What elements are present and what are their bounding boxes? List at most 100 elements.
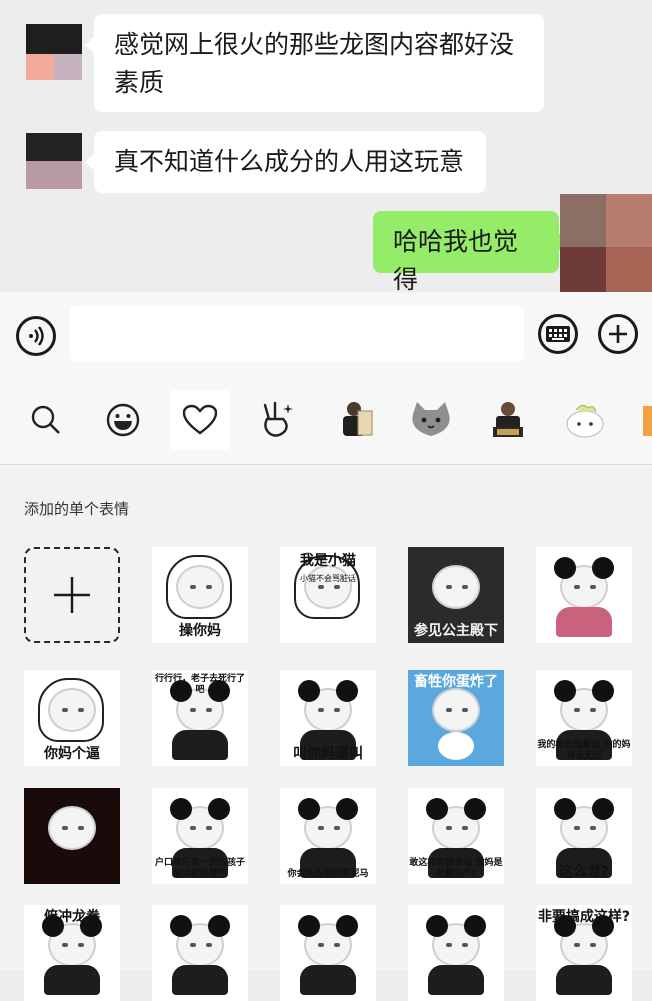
tab-sticker-pack-1[interactable] — [324, 390, 384, 450]
sticker-item[interactable]: 俯冲龙拳 — [24, 905, 120, 1001]
sticker-eye — [462, 708, 468, 712]
sticker-eye — [462, 826, 468, 830]
sticker-ear — [336, 798, 358, 820]
more-button[interactable] — [598, 314, 638, 354]
sticker-item[interactable]: 敢这样和我说话 你妈是批量生产? — [408, 788, 504, 884]
cute-sticker-icon — [566, 404, 604, 438]
sticker-face — [48, 806, 96, 850]
section-title: 添加的单个表情 — [24, 500, 130, 518]
sticker-body — [172, 730, 228, 760]
sticker-eye — [590, 826, 596, 830]
tab-cute-sticker-pack[interactable] — [555, 390, 615, 450]
sticker-ear — [336, 680, 358, 702]
message-bubble[interactable]: 感觉网上很火的那些龙图内容都好没素质 — [85, 14, 544, 112]
keyboard-button[interactable] — [538, 314, 578, 354]
sticker-item[interactable]: 户口本只有一页的孩子说话就是硬气 — [152, 788, 248, 884]
sticker-caption: 参见公主殿下 — [414, 623, 498, 639]
sticker-eye — [190, 826, 196, 830]
cat-sticker-icon — [412, 402, 450, 436]
sticker-item[interactable]: 非要搞成这样? — [536, 905, 632, 1001]
sticker-item[interactable]: 我是小猫 小猫不会骂脏话 — [280, 547, 376, 643]
sticker-caption: 这么龙? — [558, 864, 610, 880]
sticker-item[interactable]: 叫你妈逼叫 — [280, 670, 376, 766]
sticker-ear — [170, 798, 192, 820]
sticker-caption: 操你妈 — [179, 623, 221, 639]
sticker-outline — [38, 678, 104, 742]
sticker-ear — [208, 798, 230, 820]
tab-favorites[interactable] — [170, 390, 230, 450]
emoji-tab-bar — [0, 376, 652, 465]
smiley-icon — [106, 403, 140, 437]
sticker-caption: 行行行，老子去死行了吧 — [154, 674, 245, 695]
tab-overflow-sticker[interactable] — [643, 406, 652, 436]
sticker-eye — [446, 826, 452, 830]
message-text: 哈哈我也觉得 — [393, 227, 519, 294]
sent-message-bubble[interactable]: 哈哈我也觉得 — [373, 211, 568, 294]
sticker-item[interactable]: 你会失去我的草泥马 — [280, 788, 376, 884]
avatar[interactable] — [26, 133, 82, 189]
sticker-ear — [298, 680, 320, 702]
sticker-eye — [318, 708, 324, 712]
sticker-eye — [446, 585, 452, 589]
sticker-eye — [62, 943, 68, 947]
tab-gestures[interactable] — [247, 390, 307, 450]
sticker-eye — [334, 708, 340, 712]
message-bubble[interactable]: 真不知道什么成分的人用这玩意 — [85, 131, 486, 193]
input-bar — [0, 292, 652, 376]
sticker-eye — [78, 708, 84, 712]
sticker-eye — [206, 943, 212, 947]
message-input[interactable] — [70, 306, 524, 362]
sticker-eye — [334, 826, 340, 830]
sticker-item[interactable]: 我的枪去而复返 你的妈有去无回 — [536, 670, 632, 766]
sticker-item[interactable]: 这么龙? — [536, 788, 632, 884]
sticker-eye — [62, 826, 68, 830]
sticker-item[interactable] — [152, 905, 248, 1001]
sticker-ear — [464, 798, 486, 820]
sticker-item[interactable]: 畜牲你蛋炸了 — [408, 670, 504, 766]
voice-button[interactable] — [16, 316, 56, 356]
sticker-ear — [426, 798, 448, 820]
sticker-eye — [574, 943, 580, 947]
sticker-panel: 添加的单个表情 操你妈 我是小猫 小猫不会骂脏话参见公主殿下你妈个逼 行行行，老子去死… — [0, 465, 652, 1001]
message-text: 真不知道什么成分的人用这玩意 — [114, 147, 465, 176]
sticker-caption: 户口本只有一页的孩子说话就是硬气 — [154, 858, 245, 879]
sticker-item[interactable]: 操你妈 — [152, 547, 248, 643]
add-sticker-button[interactable] — [24, 547, 120, 643]
sticker-caption: 你妈个逼 — [44, 746, 100, 762]
sticker-ear — [554, 557, 576, 579]
tab-search[interactable] — [16, 390, 76, 450]
sticker-item[interactable] — [24, 788, 120, 884]
sticker-ear — [464, 915, 486, 937]
sticker-item[interactable]: 你妈个逼 — [24, 670, 120, 766]
avatar[interactable] — [26, 24, 82, 80]
my-avatar[interactable] — [560, 194, 652, 300]
sticker-eye — [574, 708, 580, 712]
sticker-caption: 你会失去我的草泥马 — [287, 869, 369, 879]
sticker-item[interactable] — [280, 905, 376, 1001]
tab-sticker-pack-2[interactable] — [478, 390, 538, 450]
keyboard-icon — [546, 326, 570, 342]
sticker-eye — [334, 943, 340, 947]
sticker-eye — [206, 585, 212, 589]
sticker-body — [438, 732, 474, 760]
sticker-ear — [170, 915, 192, 937]
sticker-caption: 敢这样和我说话 你妈是批量生产? — [409, 858, 503, 879]
sticker-caption: 我是小猫 — [300, 553, 356, 569]
plus-icon — [54, 577, 90, 613]
sticker-caption: 我的枪去而复返 你的妈有去无回 — [537, 740, 631, 761]
sticker-face — [432, 565, 480, 609]
plus-icon — [609, 325, 627, 343]
sticker-eye — [462, 943, 468, 947]
sticker-eye — [334, 585, 340, 589]
tab-cat-sticker-pack[interactable] — [401, 390, 461, 450]
sticker-ear — [592, 680, 614, 702]
sticker-eye — [206, 708, 212, 712]
sticker-item[interactable] — [408, 905, 504, 1001]
sticker-item[interactable] — [536, 547, 632, 643]
sticker-eye — [590, 708, 596, 712]
sticker-eye — [318, 826, 324, 830]
sticker-caption: 非要搞成这样? — [537, 909, 631, 925]
sticker-item[interactable]: 行行行，老子去死行了吧 — [152, 670, 248, 766]
sticker-item[interactable]: 参见公主殿下 — [408, 547, 504, 643]
tab-emoji[interactable] — [93, 390, 153, 450]
